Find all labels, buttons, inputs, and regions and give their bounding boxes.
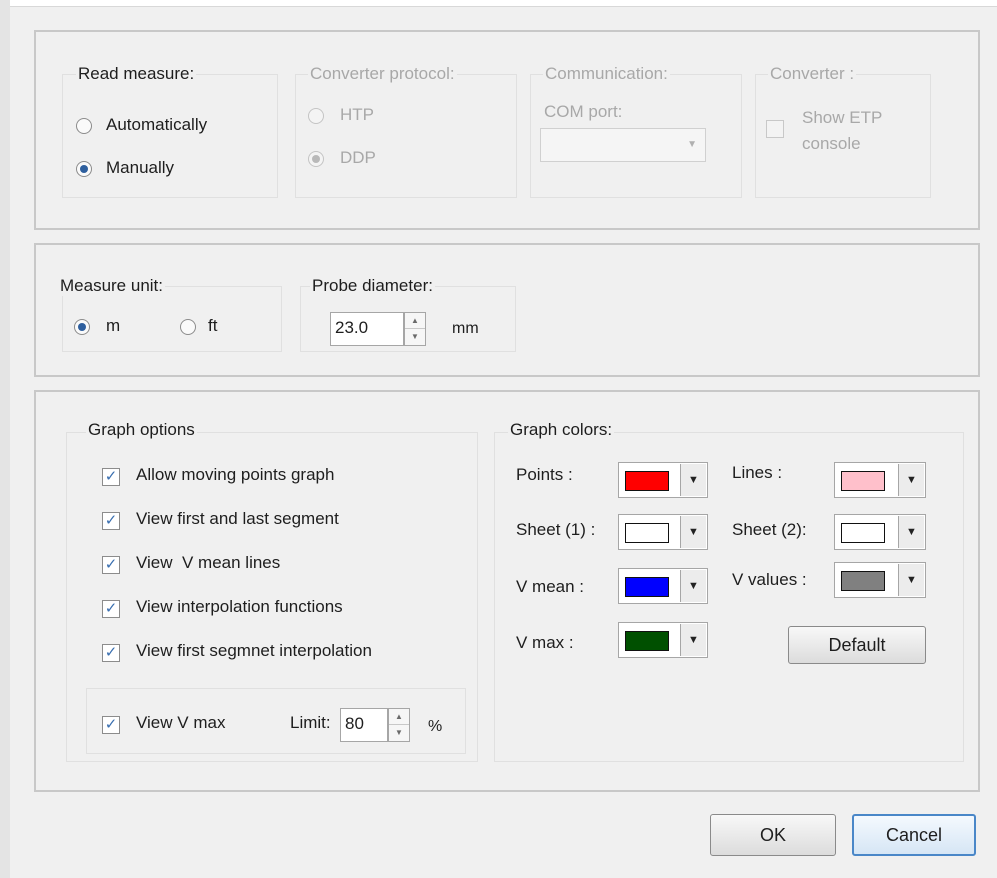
view-interpolation-functions-label[interactable]: View interpolation functions: [136, 597, 343, 617]
lines-swatch: [841, 471, 885, 491]
unit-ft-label[interactable]: ft: [208, 316, 217, 336]
limit-spinner[interactable]: ▲ ▼: [388, 708, 410, 742]
chevron-down-icon[interactable]: ▼: [680, 516, 706, 548]
probe-diameter-spinner[interactable]: ▲ ▼: [404, 312, 426, 346]
points-swatch: [625, 471, 669, 491]
converter-protocol-legend: Converter protocol:: [308, 64, 457, 84]
limit-input[interactable]: 80: [340, 708, 388, 742]
show-etp-label-line2[interactable]: console: [802, 134, 861, 154]
show-etp-checkbox[interactable]: [766, 120, 784, 138]
probe-diameter-legend: Probe diameter:: [310, 276, 435, 296]
read-measure-group: [62, 74, 278, 198]
chevron-down-icon[interactable]: ▼: [680, 624, 706, 656]
sheet2-color-picker[interactable]: ▼: [834, 514, 926, 550]
vmean-color-picker[interactable]: ▼: [618, 568, 708, 604]
lines-color-picker[interactable]: ▼: [834, 462, 926, 498]
chevron-down-icon: ▼: [687, 139, 697, 150]
com-port-label: COM port:: [544, 102, 623, 121]
view-first-segment-interpolation-checkbox[interactable]: ✓: [102, 644, 120, 662]
arrow-down-icon[interactable]: ▼: [405, 329, 425, 345]
ddp-label[interactable]: DDP: [340, 148, 376, 168]
sheet1-swatch: [625, 523, 669, 543]
default-button[interactable]: Default: [788, 626, 926, 664]
allow-moving-points-checkbox[interactable]: ✓: [102, 468, 120, 486]
view-first-last-segment-checkbox[interactable]: ✓: [102, 512, 120, 530]
vvalues-color-picker[interactable]: ▼: [834, 562, 926, 598]
chevron-down-icon[interactable]: ▼: [898, 564, 924, 596]
arrow-down-icon[interactable]: ▼: [389, 725, 409, 741]
probe-diameter-input[interactable]: 23.0: [330, 312, 404, 346]
vmean-swatch: [625, 577, 669, 597]
automatically-label[interactable]: Automatically: [106, 115, 207, 135]
limit-label: Limit:: [290, 713, 331, 732]
show-etp-label-line1[interactable]: Show ETP: [802, 108, 882, 128]
vmax-swatch: [625, 631, 669, 651]
unit-m-radio[interactable]: [74, 319, 90, 335]
vvalues-label: V values :: [732, 570, 807, 589]
view-v-max-checkbox[interactable]: ✓: [102, 716, 120, 734]
lines-label: Lines :: [732, 463, 783, 482]
sheet1-color-picker[interactable]: ▼: [618, 514, 708, 550]
converter-legend: Converter :: [768, 64, 857, 84]
unit-ft-radio[interactable]: [180, 319, 196, 335]
probe-diameter-unit: mm: [452, 320, 479, 337]
arrow-up-icon[interactable]: ▲: [405, 313, 425, 329]
com-port-select[interactable]: ▼: [540, 128, 706, 162]
graph-options-legend: Graph options: [86, 420, 197, 440]
view-first-last-segment-label[interactable]: View first and last segment: [136, 509, 339, 529]
unit-m-label[interactable]: m: [106, 316, 120, 336]
measure-unit-legend: Measure unit:: [58, 276, 165, 296]
sheet1-label: Sheet (1) :: [516, 520, 596, 539]
points-color-picker[interactable]: ▼: [618, 462, 708, 498]
limit-unit: %: [428, 718, 443, 735]
view-first-segment-interpolation-label[interactable]: View first segmnet interpolation: [136, 641, 372, 661]
graph-colors-legend: Graph colors:: [508, 420, 615, 440]
left-edge: [0, 0, 10, 878]
read-measure-legend: Read measure:: [76, 64, 197, 84]
cancel-button[interactable]: Cancel: [852, 814, 976, 856]
vmax-color-label: V max :: [516, 633, 574, 652]
ok-button[interactable]: OK: [710, 814, 836, 856]
htp-radio[interactable]: [308, 108, 324, 124]
sheet2-label: Sheet (2):: [732, 520, 807, 539]
view-v-max-label[interactable]: View V max: [136, 713, 225, 733]
manually-radio[interactable]: [76, 161, 92, 177]
title-edge: [0, 0, 997, 7]
communication-legend: Communication:: [543, 64, 670, 84]
vvalues-swatch: [841, 571, 885, 591]
htp-label[interactable]: HTP: [340, 105, 374, 125]
chevron-down-icon[interactable]: ▼: [898, 516, 924, 548]
chevron-down-icon[interactable]: ▼: [680, 570, 706, 602]
points-label: Points :: [516, 465, 573, 484]
allow-moving-points-label[interactable]: Allow moving points graph: [136, 465, 334, 485]
sheet2-swatch: [841, 523, 885, 543]
view-interpolation-functions-checkbox[interactable]: ✓: [102, 600, 120, 618]
chevron-down-icon[interactable]: ▼: [680, 464, 706, 496]
manually-label[interactable]: Manually: [106, 158, 174, 178]
view-v-mean-lines-checkbox[interactable]: ✓: [102, 556, 120, 574]
chevron-down-icon[interactable]: ▼: [898, 464, 924, 496]
ddp-radio[interactable]: [308, 151, 324, 167]
automatically-radio[interactable]: [76, 118, 92, 134]
arrow-up-icon[interactable]: ▲: [389, 709, 409, 725]
vmax-color-picker[interactable]: ▼: [618, 622, 708, 658]
converter-protocol-group: [295, 74, 517, 198]
vmean-label: V mean :: [516, 577, 585, 596]
view-v-mean-lines-label[interactable]: View V mean lines: [136, 553, 280, 573]
